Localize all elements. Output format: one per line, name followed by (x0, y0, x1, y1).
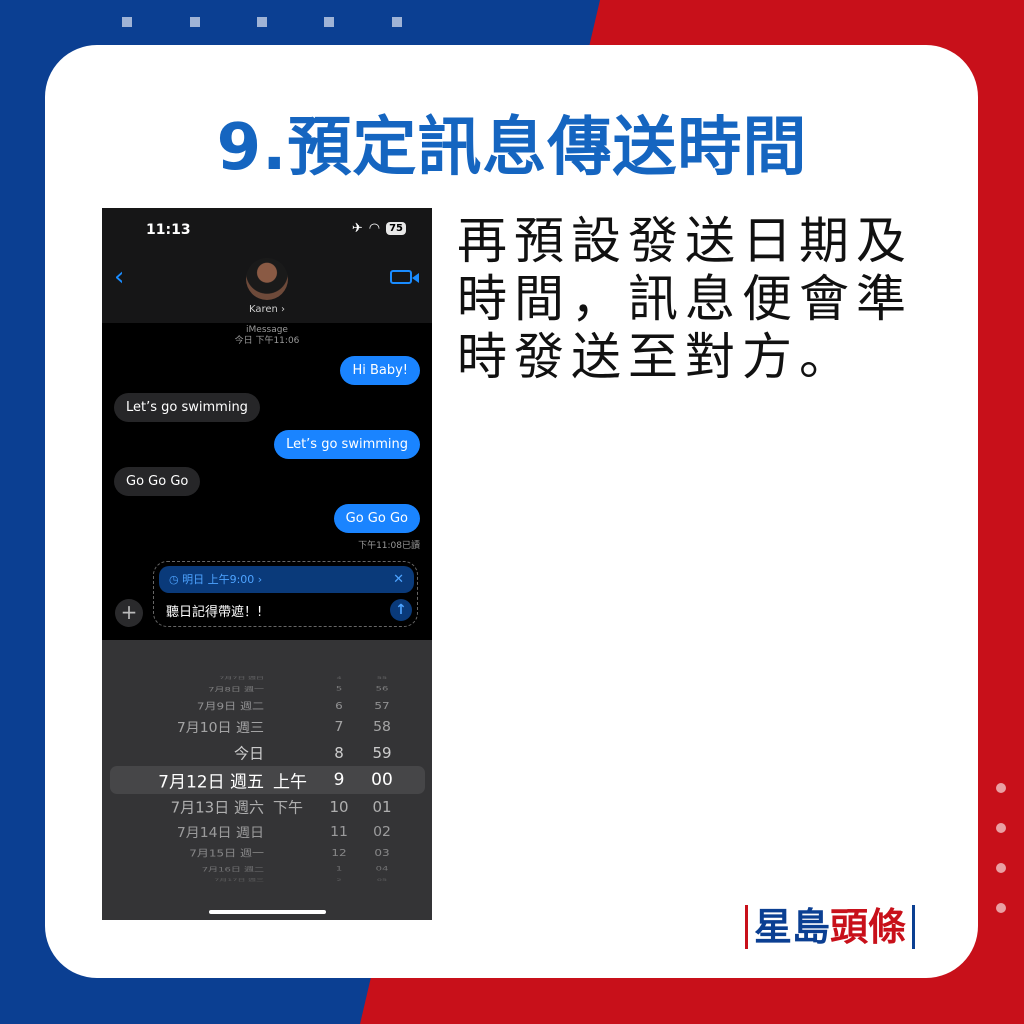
picker-hour: 2 (336, 878, 342, 882)
picker-hour: 10 (329, 798, 349, 816)
decor-square (122, 17, 132, 27)
picker-date: 7月14日 週日 (176, 825, 264, 841)
decor-dot (996, 903, 1006, 913)
picker-minute: 03 (374, 847, 390, 859)
contact-name[interactable]: Karen › (102, 304, 432, 315)
back-button[interactable]: ‹ (114, 262, 124, 292)
read-receipt: 下午11:08已讀 (358, 541, 420, 551)
message-bubble: Go Go Go (333, 504, 420, 533)
video-call-icon[interactable] (390, 270, 419, 284)
picker-date: 7月13日 週六 (170, 798, 264, 817)
conversation-meta: iMessage 今日 下午11:06 (102, 325, 432, 347)
picker-hour: 6 (335, 700, 343, 712)
message-input[interactable]: 聽日記得帶遮！! (166, 601, 262, 620)
close-icon[interactable]: ✕ (393, 566, 404, 593)
picker-date: 今日 (233, 744, 264, 763)
send-button[interactable]: ↑ (390, 599, 412, 621)
picker-ampm: 上午 (273, 772, 307, 793)
picker-date: 7月17日 週三 (214, 878, 264, 882)
page-title: 9.預定訊息傳送時間 (216, 111, 808, 185)
status-icons: ✈ ◠ 75 (352, 221, 406, 236)
picker-hour: 5 (335, 685, 343, 693)
picker-hour: 11 (330, 824, 348, 840)
avatar[interactable] (246, 258, 288, 300)
message-bubble: Hi Baby! (340, 356, 420, 385)
picker-minute: 01 (372, 798, 392, 816)
picker-date: 7月10日 週三 (176, 720, 264, 736)
compose-field[interactable]: ◷ 明日 上午9:00 › ✕ 聽日記得帶遮！! ↑ (153, 561, 418, 627)
picker-minute: 02 (373, 824, 391, 840)
picker-hour: 8 (334, 744, 344, 762)
picker-date: 7月8日 週一 (208, 686, 264, 694)
picker-date: 7月7日 週日 (219, 676, 264, 680)
picker-minute: 55 (376, 676, 388, 680)
decor-dot (996, 783, 1006, 793)
battery-icon: 75 (386, 222, 406, 235)
logo: 星島 頭條 (745, 905, 916, 949)
picker-date: 7月9日 週二 (196, 700, 264, 712)
message-bubble: Let’s go swimming (114, 393, 260, 422)
logo-text-red: 頭條 (830, 905, 907, 949)
decor-square (324, 17, 334, 27)
picker-minute: 58 (373, 719, 391, 735)
picker-hour: 1 (335, 865, 343, 873)
picker-date: 7月12日 週五 (158, 772, 264, 793)
picker-hour: 4 (336, 676, 342, 680)
picker-minute: 04 (375, 865, 389, 873)
picker-minute: 56 (375, 685, 389, 693)
plus-button[interactable]: + (115, 599, 143, 627)
picker-minute: 57 (374, 700, 390, 712)
phone-screenshot: 11:13 ✈ ◠ 75 ‹ Karen › iMessage 今日 下午11:… (102, 208, 432, 920)
message-bubble: Let’s go swimming (274, 430, 420, 459)
picker-hour: 9 (333, 770, 345, 790)
timestamp: 今日 下午11:06 (234, 336, 300, 346)
picker-hour: 12 (331, 847, 347, 859)
picker-ampm: 下午 (273, 798, 304, 817)
message-bubble: Go Go Go (114, 467, 201, 496)
picker-date: 7月15日 週一 (189, 847, 264, 859)
logo-text-blue: 星島 (754, 905, 831, 949)
status-time: 11:13 (146, 222, 191, 238)
decor-square (392, 17, 402, 27)
decor-dot (996, 823, 1006, 833)
decor-dot (996, 863, 1006, 873)
picker-minute: 00 (371, 770, 393, 790)
picker-minute: 59 (372, 744, 392, 762)
decor-square (257, 17, 267, 27)
picker-date: 7月16日 週二 (201, 866, 264, 874)
schedule-chip[interactable]: ◷ 明日 上午9:00 › ✕ (159, 566, 414, 593)
wifi-icon: ◠ (368, 221, 381, 236)
date-time-picker[interactable]: 7月7日 週日 4 55 7月8日 週一 5 56 7月9日 週二 6 57 7月10日 週三 7 5… (102, 640, 432, 920)
home-indicator[interactable] (209, 910, 326, 914)
airplane-icon: ✈ (351, 221, 363, 236)
infographic: 9.預定訊息傳送時間 再預設發送日期及時間，訊息便會準時發送至對方。 11:13… (0, 0, 1024, 1024)
header: 11:13 ✈ ◠ 75 ‹ Karen › (102, 208, 432, 323)
decor-square (190, 17, 200, 27)
schedule-label: 明日 上午9:00 › (182, 573, 263, 586)
clock-icon: ◷ (169, 573, 183, 586)
picker-minute: 05 (376, 878, 388, 882)
service-label: iMessage (246, 325, 288, 335)
picker-hour: 7 (334, 719, 344, 735)
description: 再預設發送日期及時間，訊息便會準時發送至對方。 (457, 212, 913, 386)
